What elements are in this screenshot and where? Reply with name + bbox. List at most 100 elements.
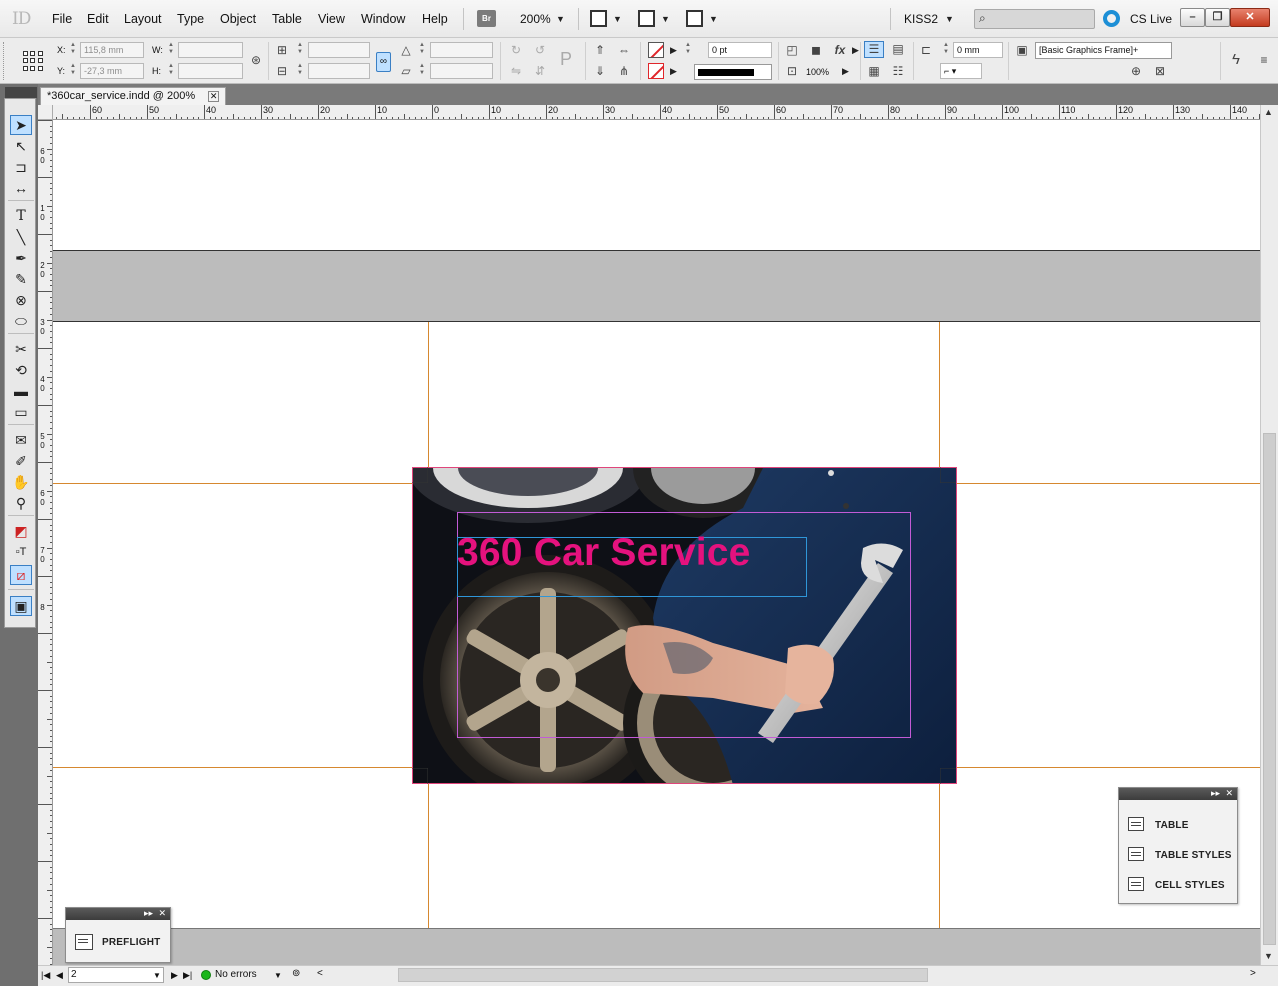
scale-y-field[interactable]	[308, 63, 370, 79]
scroll-down-icon[interactable]: ▼	[1264, 951, 1273, 961]
zoom-dropdown-icon[interactable]: ▼	[556, 14, 565, 24]
scroll-left-icon[interactable]: <	[317, 968, 323, 980]
flip-horizontal-icon[interactable]: ⇋	[508, 63, 524, 79]
scale-x-field[interactable]	[308, 42, 370, 58]
first-page-icon[interactable]: |◀	[41, 969, 50, 981]
rotation-stepper[interactable]: ▲ ▼	[418, 42, 426, 58]
formatting-affects-icon[interactable]: ▫T	[10, 542, 32, 562]
bridge-button[interactable]: Br	[477, 10, 496, 27]
apply-none-icon[interactable]: ⧄	[10, 565, 32, 585]
pencil-tool-icon[interactable]: ✎	[10, 269, 32, 289]
menu-edit[interactable]: Edit	[87, 12, 109, 26]
x-stepper[interactable]: ▲ ▼	[69, 42, 77, 58]
vertical-ruler[interactable]: 60102030405060708	[38, 120, 53, 965]
menu-view[interactable]: View	[318, 12, 345, 26]
horizontal-ruler[interactable]: 60 50 40 30 20 10 0 10 20 30 40 50 60 70 80 90 100 110 120…	[53, 105, 1260, 120]
panel-menu-icon[interactable]: ≡	[1256, 52, 1272, 68]
text-wrap-jump-icon[interactable]: ☷	[890, 63, 906, 79]
direct-selection-tool-icon[interactable]: ↖	[10, 136, 32, 156]
screen-mode-icon[interactable]	[638, 10, 655, 27]
h-field[interactable]	[178, 63, 243, 79]
scroll-up-icon[interactable]: ▲	[1264, 107, 1273, 117]
text-wrap-bounding-icon[interactable]: ▤	[890, 41, 906, 57]
stroke-swatch-icon[interactable]	[648, 63, 664, 79]
scissors-tool-icon[interactable]: ✂	[10, 339, 32, 359]
table-styles-panel-item[interactable]: TABLE STYLES	[1128, 845, 1232, 867]
headline-text[interactable]: 360 Car Service	[457, 533, 751, 573]
effects-icon[interactable]: fx	[832, 42, 848, 58]
close-button[interactable]: ✕	[1230, 8, 1270, 27]
close-panel-icon[interactable]: ✕	[1225, 788, 1233, 799]
opacity-value[interactable]: 100%	[806, 66, 829, 78]
preflight-menu-icon[interactable]: ▼	[274, 970, 282, 982]
x-field[interactable]: 115,8 mm	[80, 42, 144, 58]
vertical-scrollbar[interactable]: ▲ ▼	[1260, 105, 1278, 965]
shear-stepper[interactable]: ▲ ▼	[418, 63, 426, 79]
line-tool-icon[interactable]: ╲	[10, 227, 32, 247]
gradient-feather-tool-icon[interactable]: ▭	[10, 402, 32, 422]
zoom-tool-icon[interactable]: ⚲	[10, 493, 32, 513]
fill-stroke-icon[interactable]: ◩	[10, 521, 32, 541]
new-style-icon[interactable]: ⊠	[1152, 63, 1168, 79]
scale-x-stepper[interactable]: ▲ ▼	[296, 42, 304, 58]
menu-table[interactable]: Table	[272, 12, 302, 26]
vertical-scroll-thumb[interactable]	[1263, 433, 1276, 945]
collapse-panel-icon[interactable]: ▸▸	[144, 908, 153, 919]
pen-tool-icon[interactable]: ✒	[10, 248, 32, 268]
y-field[interactable]: -27,3 mm	[80, 63, 144, 79]
selection-tool-icon[interactable]: ➤	[10, 115, 32, 135]
panel-grip[interactable]	[3, 42, 6, 80]
close-panel-icon[interactable]: ✕	[158, 908, 166, 919]
rotate-cw-icon[interactable]: ↻	[508, 42, 524, 58]
select-previous-icon[interactable]: ⇔	[616, 42, 632, 58]
h-stepper[interactable]: ▲ ▼	[167, 63, 175, 79]
eyedropper-tool-icon[interactable]: ✐	[10, 451, 32, 471]
ellipse-tool-icon[interactable]: ⬭	[10, 311, 32, 331]
reference-point-icon[interactable]	[23, 51, 43, 71]
rotate-ccw-icon[interactable]: ↺	[532, 42, 548, 58]
view-options-dropdown-icon[interactable]: ▼	[613, 14, 622, 24]
page-tool-icon[interactable]: ⊐	[10, 157, 32, 177]
fill-dropdown-icon[interactable]: ▶	[670, 45, 677, 56]
ruler-origin[interactable]	[38, 105, 53, 120]
select-next-icon[interactable]: ⋔	[616, 63, 632, 79]
constrain-proportions-icon[interactable]: ⊛	[248, 52, 264, 68]
preflight-panel-item[interactable]: PREFLIGHT	[75, 932, 167, 954]
collapse-panel-icon[interactable]: ▸▸	[1211, 788, 1220, 799]
stroke-weight-stepper[interactable]: ▲ ▼	[684, 42, 692, 58]
scale-y-stepper[interactable]: ▲ ▼	[296, 63, 304, 79]
text-wrap-shape-icon[interactable]: ▦	[866, 63, 882, 79]
select-content-icon[interactable]: ⇓	[592, 63, 608, 79]
arrange-documents-icon[interactable]	[686, 10, 703, 27]
select-container-icon[interactable]: ⇑	[592, 42, 608, 58]
scroll-right-icon[interactable]: >	[1250, 968, 1256, 980]
fill-swatch-icon[interactable]	[648, 42, 664, 58]
stroke-type-select[interactable]	[694, 64, 772, 80]
opacity-dropdown-icon[interactable]: ▶	[842, 66, 849, 77]
document-tab[interactable]: *360car_service.indd @ 200% ✕	[40, 87, 227, 105]
screen-mode-dropdown-icon[interactable]: ▼	[661, 14, 670, 24]
tools-panel-header[interactable]	[5, 87, 37, 98]
object-style-select[interactable]: [Basic Graphics Frame]+	[1035, 42, 1172, 59]
normal-view-mode-icon[interactable]: ▣	[10, 596, 32, 616]
effects-dropdown-icon[interactable]: ▶	[852, 45, 859, 56]
table-panel-item[interactable]: TABLE	[1128, 815, 1232, 837]
drop-shadow-icon[interactable]: ◼	[808, 42, 824, 58]
drop-shadow-off-icon[interactable]: ◰	[784, 42, 800, 58]
menu-layout[interactable]: Layout	[124, 12, 162, 26]
gap-tool-icon[interactable]: ↔	[10, 178, 32, 198]
preflight-panel-header[interactable]: ▸▸ ✕	[66, 908, 170, 920]
workspace-dropdown-icon[interactable]: ▼	[945, 14, 954, 24]
link-proportions-icon[interactable]: ∞	[376, 52, 391, 72]
search-input[interactable]: ⌕	[974, 9, 1095, 29]
page-dropdown-icon[interactable]: ▼	[153, 970, 161, 982]
clear-overrides-icon[interactable]: ⊕	[1128, 63, 1144, 79]
flip-vertical-icon[interactable]: ⇵	[532, 63, 548, 79]
hand-tool-icon[interactable]: ✋	[10, 472, 32, 492]
corner-size-field[interactable]: 0 mm	[953, 42, 1003, 58]
close-tab-icon[interactable]: ✕	[208, 90, 220, 102]
menu-object[interactable]: Object	[220, 12, 256, 26]
page-number-field[interactable]: 2	[68, 967, 164, 983]
rectangle-frame-tool-icon[interactable]: ⊗	[10, 290, 32, 310]
w-field[interactable]	[178, 42, 243, 58]
